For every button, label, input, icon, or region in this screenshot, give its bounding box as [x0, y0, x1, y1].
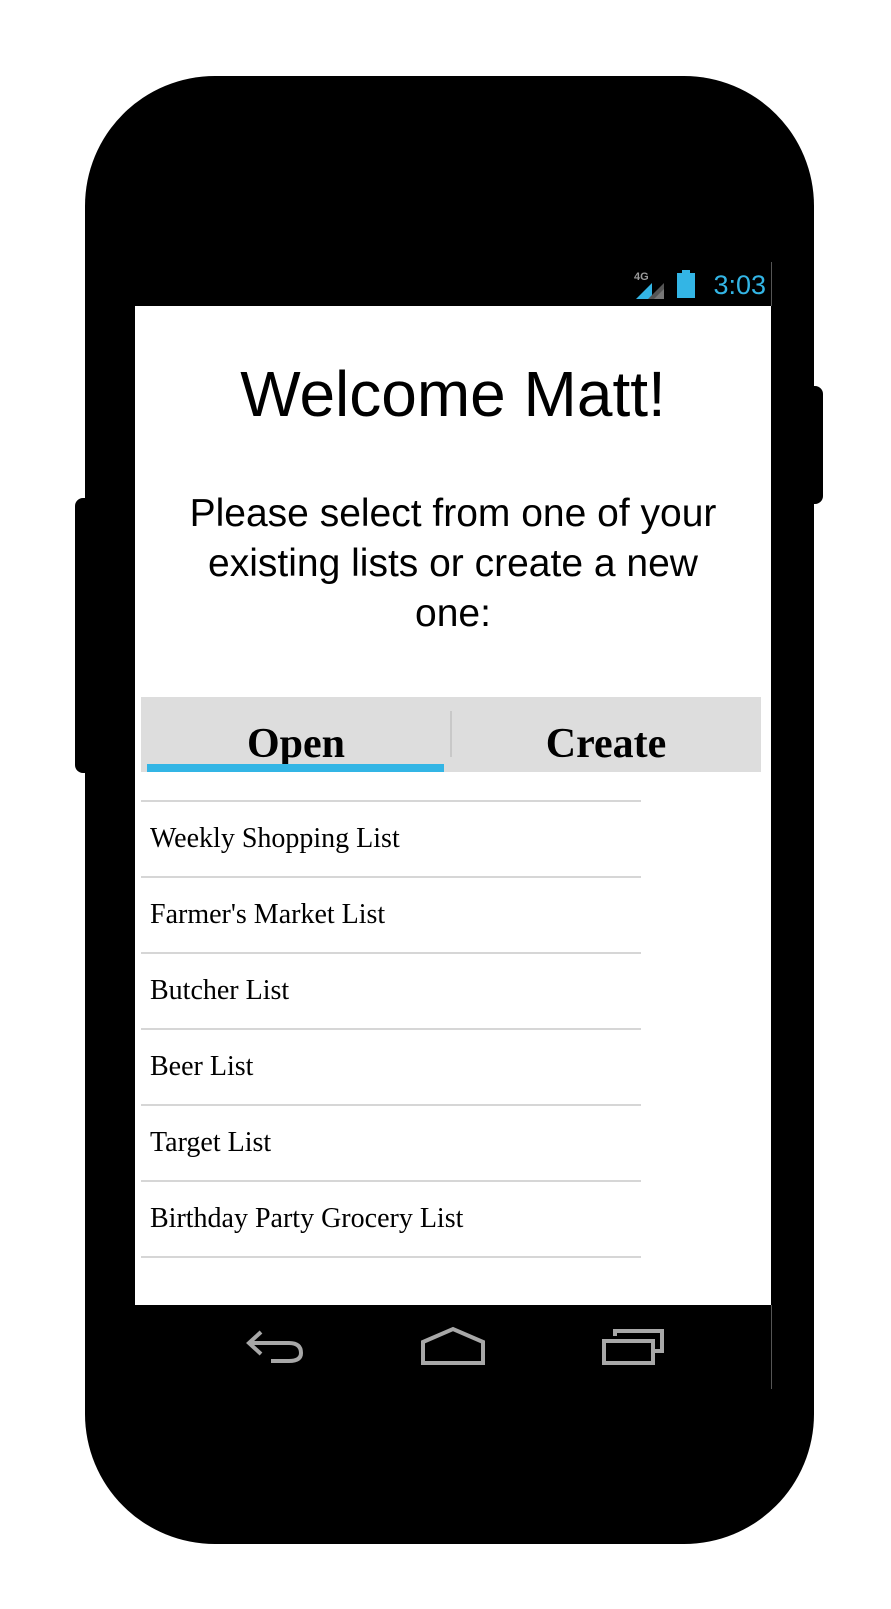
status-bar-edge	[771, 262, 772, 306]
status-clock: 3:03	[713, 270, 766, 300]
status-bar	[135, 262, 771, 306]
signal-icon: 4G	[634, 271, 664, 299]
app-screen: Welcome Matt! Please select from one of …	[135, 306, 771, 1305]
list-item-target[interactable]: Target List	[141, 1106, 641, 1182]
instructions-text: Please select from one of your existing …	[189, 492, 717, 635]
list-item-farmers-market[interactable]: Farmer's Market List	[141, 878, 641, 954]
volume-button	[75, 498, 95, 773]
back-icon[interactable]	[245, 1326, 307, 1366]
list-item-butcher[interactable]: Butcher List	[141, 954, 641, 1030]
home-icon[interactable]	[420, 1326, 486, 1366]
welcome-title: Welcome Matt!	[240, 358, 666, 430]
tab-open[interactable]: Open	[141, 697, 451, 772]
list-item-birthday-party[interactable]: Birthday Party Grocery List	[141, 1182, 641, 1258]
tab-selected-indicator	[147, 764, 444, 772]
list-item-weekly-shopping[interactable]: Weekly Shopping List	[141, 802, 641, 878]
network-type-label: 4G	[634, 271, 649, 283]
existing-lists: Weekly Shopping List Farmer's Market Lis…	[141, 800, 641, 1258]
battery-icon	[677, 270, 695, 298]
tab-create[interactable]: Create	[451, 697, 761, 772]
recents-icon[interactable]	[601, 1326, 665, 1366]
navigation-bar-edge	[771, 1305, 772, 1389]
list-item-beer[interactable]: Beer List	[141, 1030, 641, 1106]
tab-bar: Open Create	[141, 697, 761, 772]
power-button	[803, 386, 823, 504]
